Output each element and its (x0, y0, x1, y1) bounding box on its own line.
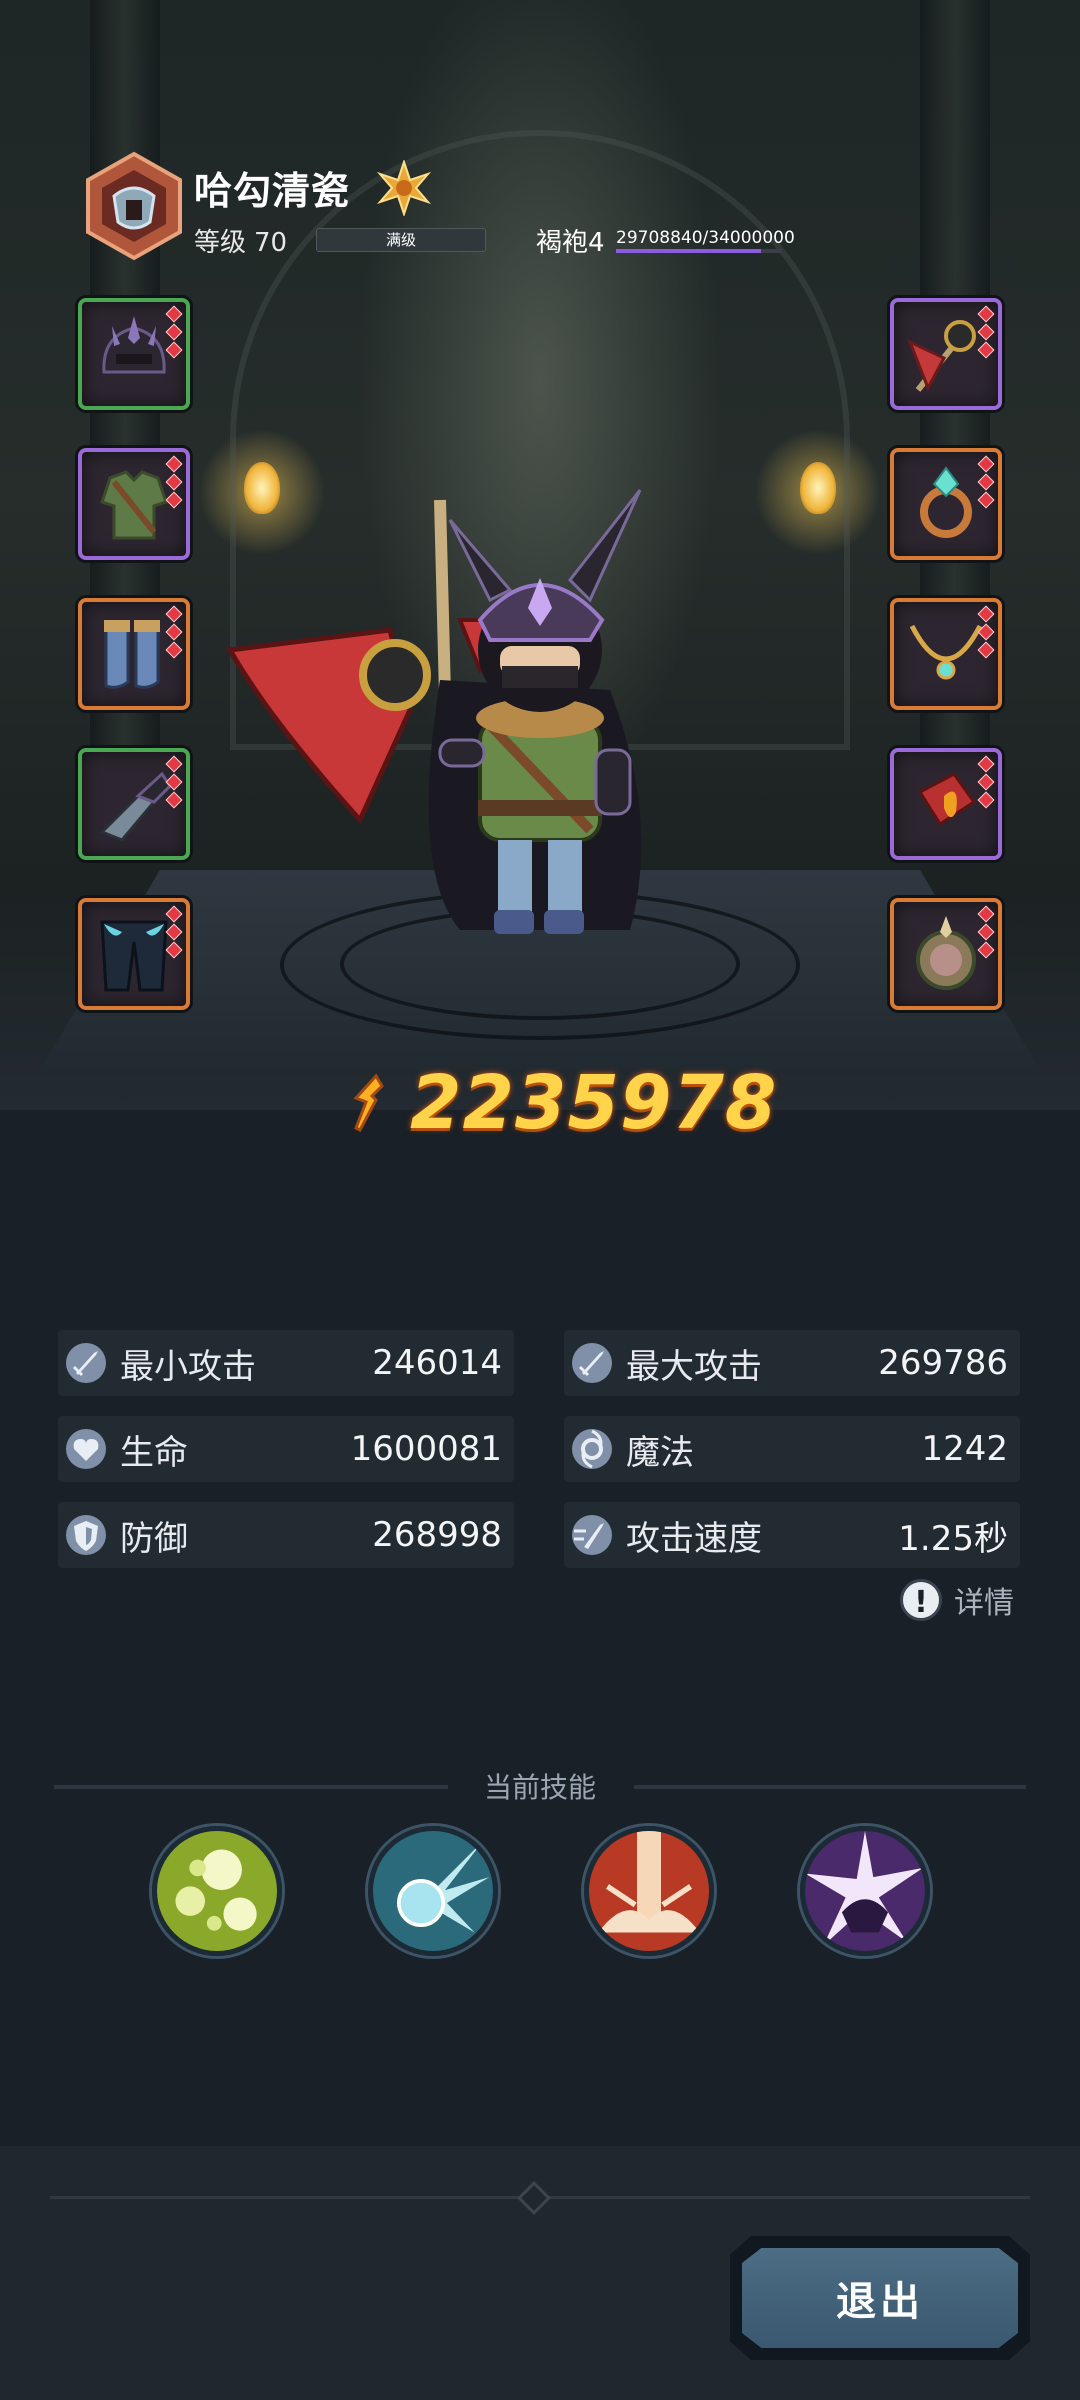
stat-label: 攻击速度 (626, 1518, 762, 1559)
stat-value: 1242 (921, 1429, 1008, 1469)
combat-power: 2235978 (346, 1058, 777, 1148)
axe-icon (907, 320, 976, 392)
shield-icon (66, 1515, 106, 1555)
stat-label: 防御 (120, 1518, 188, 1559)
player-name: 哈勾清瓷 (194, 169, 351, 213)
heart-icon (66, 1429, 106, 1469)
gloves-icon (99, 771, 172, 842)
level-label-text: 等级 (194, 228, 247, 258)
bracer-icon (917, 772, 977, 827)
exclamation-icon: ! (900, 1579, 942, 1621)
equip-slot-pants[interactable] (78, 898, 190, 1010)
stat-defense: 防御 268998 (58, 1502, 514, 1568)
stat-max-attack: 最大攻击 269786 (564, 1330, 1020, 1396)
exp-bar-fill (616, 249, 762, 253)
combat-power-value: 2235978 (410, 1060, 778, 1146)
stat-label: 魔法 (626, 1432, 694, 1473)
charm-icon (916, 916, 976, 990)
exp-text: 29708840/34000000 (616, 228, 795, 248)
equip-slot-weapon[interactable] (890, 298, 1002, 410)
equip-slot-charm[interactable] (890, 898, 1002, 1010)
equip-slot-gloves[interactable] (78, 748, 190, 860)
equip-slot-ring[interactable] (890, 448, 1002, 560)
equip-slot-necklace[interactable] (890, 598, 1002, 710)
level-label: 等级 70 (194, 222, 287, 259)
level-value: 70 (254, 228, 288, 258)
stat-value: 246014 (372, 1343, 502, 1383)
level-bar: 满级 (316, 228, 486, 252)
equip-slot-boots[interactable] (78, 598, 190, 710)
equip-slot-helmet[interactable] (78, 298, 190, 410)
stat-min-attack: 最小攻击 246014 (58, 1330, 514, 1396)
speed-icon (572, 1515, 612, 1555)
shadow-blast-skill-icon[interactable] (800, 1826, 930, 1956)
power-icon (353, 1073, 384, 1132)
helmet-icon (102, 316, 166, 374)
sword-icon (572, 1343, 612, 1383)
stat-label: 最大攻击 (626, 1346, 762, 1387)
necklace-icon (909, 624, 983, 680)
details-button[interactable]: ! 详情 (900, 1578, 1014, 1622)
stat-label: 生命 (120, 1432, 188, 1473)
frost-burst-skill-icon[interactable] (368, 1826, 498, 1956)
ring-icon (920, 466, 972, 538)
stat-value: 269786 (878, 1343, 1008, 1383)
magic-icon (572, 1429, 612, 1469)
wall-lamp (800, 462, 836, 514)
pants-icon (100, 920, 168, 992)
equip-slot-armor[interactable] (78, 448, 190, 560)
boots-icon (104, 620, 160, 689)
stat-value: 1600081 (350, 1429, 502, 1469)
fire-pillar-skill-icon[interactable] (584, 1826, 714, 1956)
poison-orbs-skill-icon[interactable] (152, 1826, 282, 1956)
exit-button[interactable]: 退出 (730, 2236, 1030, 2360)
details-label: 详情 (954, 1586, 1014, 1621)
skills-title: 当前技能 (483, 1771, 596, 1804)
hero-character (225, 489, 642, 934)
class-badge-icon (376, 160, 432, 216)
stat-magic: 魔法 1242 (564, 1416, 1020, 1482)
stat-value: 268998 (372, 1515, 502, 1555)
armor-icon (100, 470, 168, 540)
stat-attack-speed: 攻击速度 1.25秒 (564, 1502, 1020, 1568)
exit-button-label: 退出 (742, 2248, 1018, 2348)
equip-slot-bracer[interactable] (890, 748, 1002, 860)
sword-icon (66, 1343, 106, 1383)
stat-label: 最小攻击 (120, 1346, 256, 1387)
class-name: 褐袍4 (536, 228, 605, 258)
player-avatar-icon[interactable] (80, 150, 188, 262)
level-bar-text: 满级 (385, 231, 416, 249)
stat-value: 1.25秒 (898, 1518, 1008, 1559)
exp-bar (616, 249, 782, 253)
stat-health: 生命 1600081 (58, 1416, 514, 1482)
